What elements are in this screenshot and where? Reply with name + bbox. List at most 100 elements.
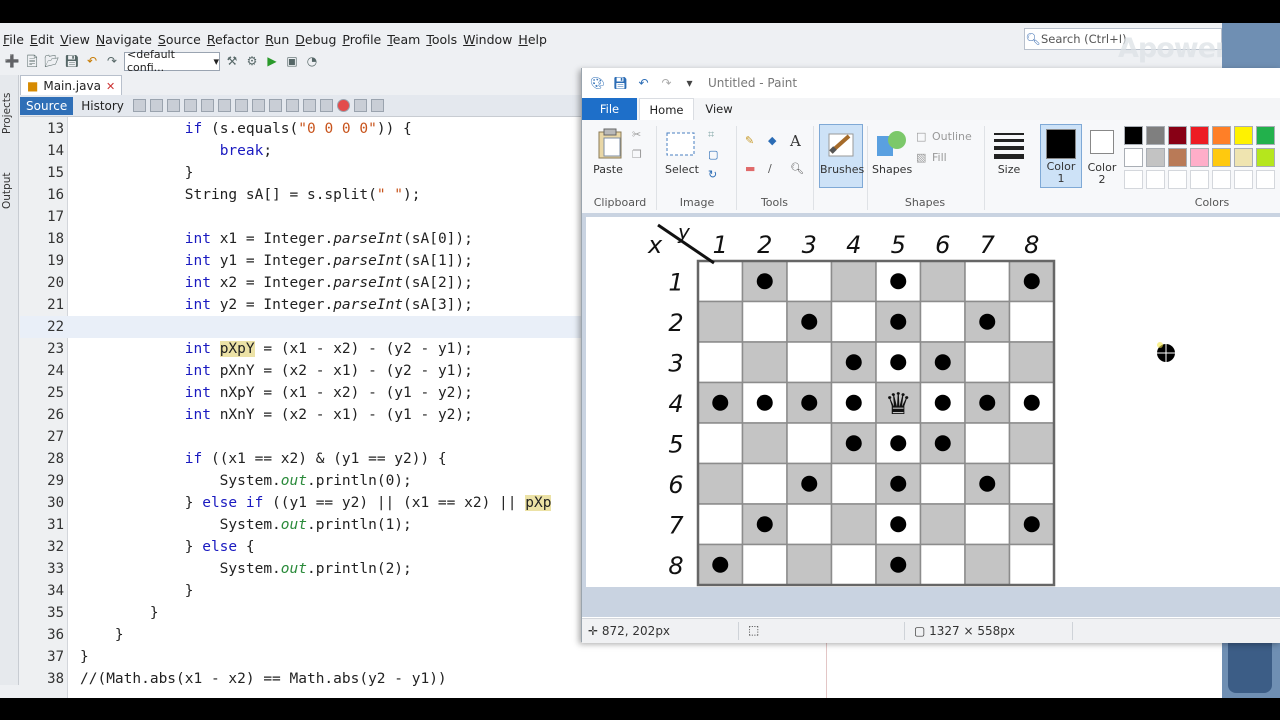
fill-bucket-icon[interactable]: ◆ xyxy=(768,134,776,147)
color-swatch[interactable] xyxy=(1212,126,1231,145)
custom-color-slot[interactable] xyxy=(1124,170,1143,189)
tab-home[interactable]: Home xyxy=(639,98,694,121)
color-swatch[interactable] xyxy=(1168,148,1187,167)
editor-tool-icon[interactable] xyxy=(353,99,367,112)
crop-icon[interactable]: ⌗ xyxy=(708,128,714,142)
save-icon[interactable]: 💾︎ xyxy=(613,75,628,90)
menu-edit[interactable]: Edit xyxy=(27,29,57,49)
pencil-icon[interactable]: ✎ xyxy=(745,134,754,147)
profile-icon[interactable]: ◔ xyxy=(304,53,320,69)
editor-tool-icon[interactable] xyxy=(251,99,265,112)
color-swatch[interactable] xyxy=(1234,148,1253,167)
brushes-button[interactable]: Brushes xyxy=(819,124,864,188)
new-file-icon[interactable]: 📄︎ xyxy=(24,53,40,69)
custom-color-slot[interactable] xyxy=(1256,170,1275,189)
tab-view[interactable]: View xyxy=(695,98,743,120)
editor-tool-icon[interactable] xyxy=(268,99,282,112)
undo-icon[interactable]: ↶ xyxy=(636,75,651,90)
tab-main-java[interactable]: ■ Main.java ✕ xyxy=(20,75,123,96)
save-all-icon[interactable]: 💾︎ xyxy=(64,53,80,69)
select-button[interactable]: Select xyxy=(665,163,699,176)
editor-tool-icon[interactable] xyxy=(370,99,384,112)
search-input[interactable]: Search (Ctrl+I) xyxy=(1041,32,1127,46)
output-tab[interactable]: Output xyxy=(1,163,17,218)
run-icon[interactable]: ▶ xyxy=(264,53,280,69)
resize-icon[interactable]: ▢ xyxy=(708,148,718,161)
menu-navigate[interactable]: Navigate xyxy=(93,29,155,49)
projects-tab[interactable]: Projects xyxy=(1,83,17,143)
clean-build-icon[interactable]: ⚙ xyxy=(244,53,260,69)
custom-color-slot[interactable] xyxy=(1146,170,1165,189)
editor-tool-icon[interactable] xyxy=(285,99,299,112)
eraser-icon[interactable]: ▬ xyxy=(745,162,755,175)
build-icon[interactable]: ⚒ xyxy=(224,53,240,69)
color-swatch[interactable] xyxy=(1212,148,1231,167)
menu-help[interactable]: Help xyxy=(515,29,550,49)
menu-view[interactable]: View xyxy=(57,29,93,49)
undo-icon[interactable]: ↶ xyxy=(84,53,100,69)
paste-icon[interactable] xyxy=(596,128,624,160)
menu-refactor[interactable]: Refactor xyxy=(204,29,262,49)
debug-icon[interactable]: ▣ xyxy=(284,53,300,69)
editor-tool-icon[interactable] xyxy=(319,99,333,112)
color-swatch[interactable] xyxy=(1124,148,1143,167)
color-swatch[interactable] xyxy=(1234,126,1253,145)
size-button[interactable]: Size xyxy=(992,163,1026,176)
custom-color-slot[interactable] xyxy=(1168,170,1187,189)
text-icon[interactable]: A xyxy=(790,132,801,150)
menu-source[interactable]: Source xyxy=(155,29,204,49)
editor-tool-icon[interactable] xyxy=(217,99,231,112)
editor-tool-icon[interactable] xyxy=(166,99,180,112)
editor-tool-icon[interactable] xyxy=(302,99,316,112)
open-project-icon[interactable]: 📂︎ xyxy=(44,53,60,69)
color-swatch[interactable] xyxy=(1190,126,1209,145)
color-swatch[interactable] xyxy=(1124,126,1143,145)
menu-window[interactable]: Window xyxy=(460,29,515,49)
color2-swatch[interactable] xyxy=(1090,130,1114,154)
custom-color-slot[interactable] xyxy=(1190,170,1209,189)
configuration-select[interactable]: <default confi... ▾ xyxy=(124,48,220,74)
tab-history[interactable]: History xyxy=(75,97,130,115)
code-line[interactable]: 37} xyxy=(20,646,1222,668)
menu-team[interactable]: Team xyxy=(384,29,423,49)
rotate-icon[interactable]: ↻ xyxy=(708,168,717,181)
editor-tool-icon[interactable] xyxy=(200,99,214,112)
paint-app-icon[interactable]: 🎨︎ xyxy=(590,75,605,90)
color-swatch[interactable] xyxy=(1190,148,1209,167)
tab-source[interactable]: Source xyxy=(20,96,74,115)
new-project-icon[interactable]: ➕ xyxy=(4,53,20,69)
custom-color-slot[interactable] xyxy=(1212,170,1231,189)
drawing-canvas[interactable]: ♛ 1 2 3 4 5 6 7 8 1 2 3 4 5 6 7 8 x y xyxy=(586,217,1280,587)
color1-button[interactable]: Color 1 xyxy=(1040,124,1082,188)
editor-tool-icon[interactable] xyxy=(132,99,146,112)
editor-tool-icon[interactable] xyxy=(149,99,163,112)
select-icon[interactable] xyxy=(666,132,696,158)
color-swatch[interactable] xyxy=(1146,148,1165,167)
color-swatch[interactable] xyxy=(1256,126,1275,145)
paste-button[interactable]: Paste xyxy=(592,163,624,176)
color-swatch[interactable] xyxy=(1146,126,1165,145)
menu-debug[interactable]: Debug xyxy=(292,29,339,49)
cut-icon[interactable]: ✂ xyxy=(632,128,641,141)
redo-icon[interactable]: ↷ xyxy=(659,75,674,90)
menu-file[interactable]: File xyxy=(0,29,27,49)
color-swatch[interactable] xyxy=(1168,126,1187,145)
custom-color-slot[interactable] xyxy=(1234,170,1253,189)
fill-button[interactable]: Fill xyxy=(932,151,947,164)
shapes-button[interactable]: Shapes xyxy=(872,163,912,176)
menu-profile[interactable]: Profile xyxy=(339,29,384,49)
tab-file[interactable]: File xyxy=(582,98,637,120)
close-icon[interactable]: ✕ xyxy=(106,80,115,93)
menu-run[interactable]: Run xyxy=(262,29,292,49)
code-line[interactable]: 38 //(Math.abs(x1 - x2) == Math.abs(y2 - … xyxy=(20,668,1222,690)
size-icon[interactable] xyxy=(992,130,1026,160)
shapes-icon[interactable] xyxy=(875,128,909,160)
redo-icon[interactable]: ↷ xyxy=(104,53,120,69)
editor-tool-icon[interactable] xyxy=(336,99,350,112)
copy-icon[interactable]: ❐ xyxy=(632,148,642,161)
magnifier-icon[interactable]: 🔍︎ xyxy=(790,162,804,175)
color-picker-icon[interactable]: ∕ xyxy=(768,162,772,175)
customize-icon[interactable]: ▾ xyxy=(682,75,697,90)
outline-button[interactable]: Outline xyxy=(932,130,972,143)
color-swatch[interactable] xyxy=(1256,148,1275,167)
